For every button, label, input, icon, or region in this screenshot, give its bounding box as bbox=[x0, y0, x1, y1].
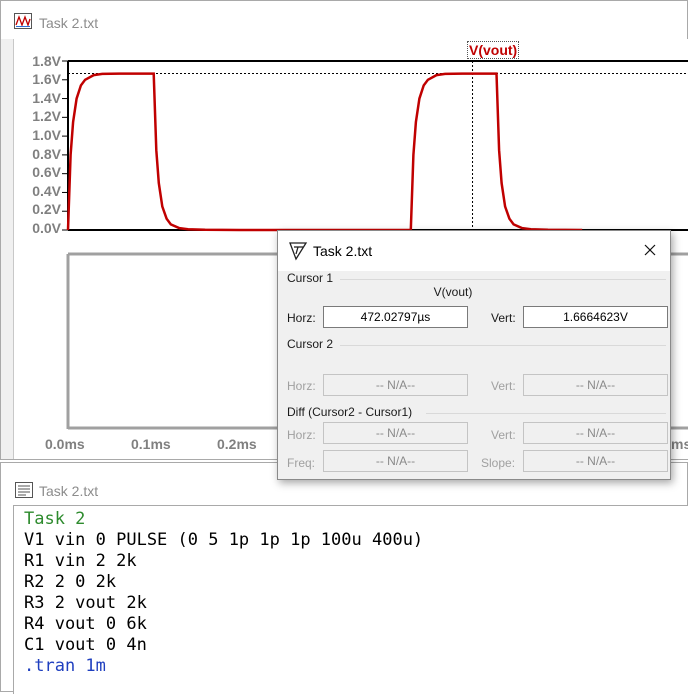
netlist-editor[interactable]: Task 2 V1 vin 0 PULSE (0 5 1p 1p 1p 100u … bbox=[13, 505, 688, 694]
diff-horz-label: Horz: bbox=[287, 428, 316, 442]
cursor-dialog-titlebar[interactable]: Task 2.txt bbox=[278, 231, 670, 271]
cursor1-horz-label: Horz: bbox=[287, 311, 316, 325]
cursor2-group-label: Cursor 2 bbox=[287, 337, 334, 351]
cursor1-trace-name: V(vout) bbox=[433, 285, 473, 299]
netlist-line[interactable]: V1 vin 0 PULSE (0 5 1p 1p 1p 100u 400u) bbox=[24, 530, 423, 551]
diff-vert-label: Vert: bbox=[491, 428, 516, 442]
document-icon bbox=[15, 482, 33, 503]
netlist-line[interactable]: R2 2 0 2k bbox=[24, 572, 423, 593]
cursor1-vert-field[interactable]: 1.6664623V bbox=[523, 306, 668, 328]
netlist-window-title: Task 2.txt bbox=[39, 483, 99, 499]
diff-horz-field: -- N/A-- bbox=[323, 422, 468, 444]
cursor1-separator bbox=[340, 279, 666, 280]
cursor1-horz-field[interactable]: 472.02797µs bbox=[323, 306, 468, 328]
netlist-text[interactable]: Task 2 V1 vin 0 PULSE (0 5 1p 1p 1p 100u … bbox=[24, 509, 423, 677]
cursor2-vert-label: Vert: bbox=[491, 379, 516, 393]
netlist-line[interactable]: Task 2 bbox=[24, 509, 423, 530]
diff-slope-field: -- N/A-- bbox=[523, 450, 668, 472]
cursor-dialog[interactable]: Task 2.txt Cursor 1 V(vout) Horz: 472.02… bbox=[277, 230, 671, 480]
cursor2-horz-label: Horz: bbox=[287, 379, 316, 393]
netlist-line[interactable]: R3 2 vout 2k bbox=[24, 593, 423, 614]
diff-freq-label: Freq: bbox=[287, 456, 316, 470]
netlist-window[interactable]: Task 2.txt Task 2 V1 vin 0 PULSE (0 5 1p … bbox=[0, 462, 688, 694]
trace-vout bbox=[66, 72, 583, 232]
netlist-line[interactable]: .tran 1m bbox=[24, 656, 423, 677]
diff-freq-field: -- N/A-- bbox=[323, 450, 468, 472]
close-icon[interactable] bbox=[640, 240, 660, 260]
cursor1-group-label: Cursor 1 bbox=[287, 271, 334, 285]
diff-separator bbox=[426, 413, 666, 414]
ltspice-icon bbox=[288, 241, 308, 266]
netlist-line[interactable]: C1 vout 0 4n bbox=[24, 635, 423, 656]
cursor2-vert-field: -- N/A-- bbox=[523, 374, 668, 396]
cursor-dialog-title: Task 2.txt bbox=[313, 243, 373, 259]
cursor1-vert-label: Vert: bbox=[491, 311, 516, 325]
diff-vert-field: -- N/A-- bbox=[523, 422, 668, 444]
cursor2-horz-field: -- N/A-- bbox=[323, 374, 468, 396]
diff-group-label: Diff (Cursor2 - Cursor1) bbox=[287, 405, 413, 419]
diff-slope-label: Slope: bbox=[481, 456, 516, 470]
cursor2-separator bbox=[340, 345, 666, 346]
netlist-line[interactable]: R1 vin 2 2k bbox=[24, 551, 423, 572]
netlist-line[interactable]: R4 vout 0 6k bbox=[24, 614, 423, 635]
